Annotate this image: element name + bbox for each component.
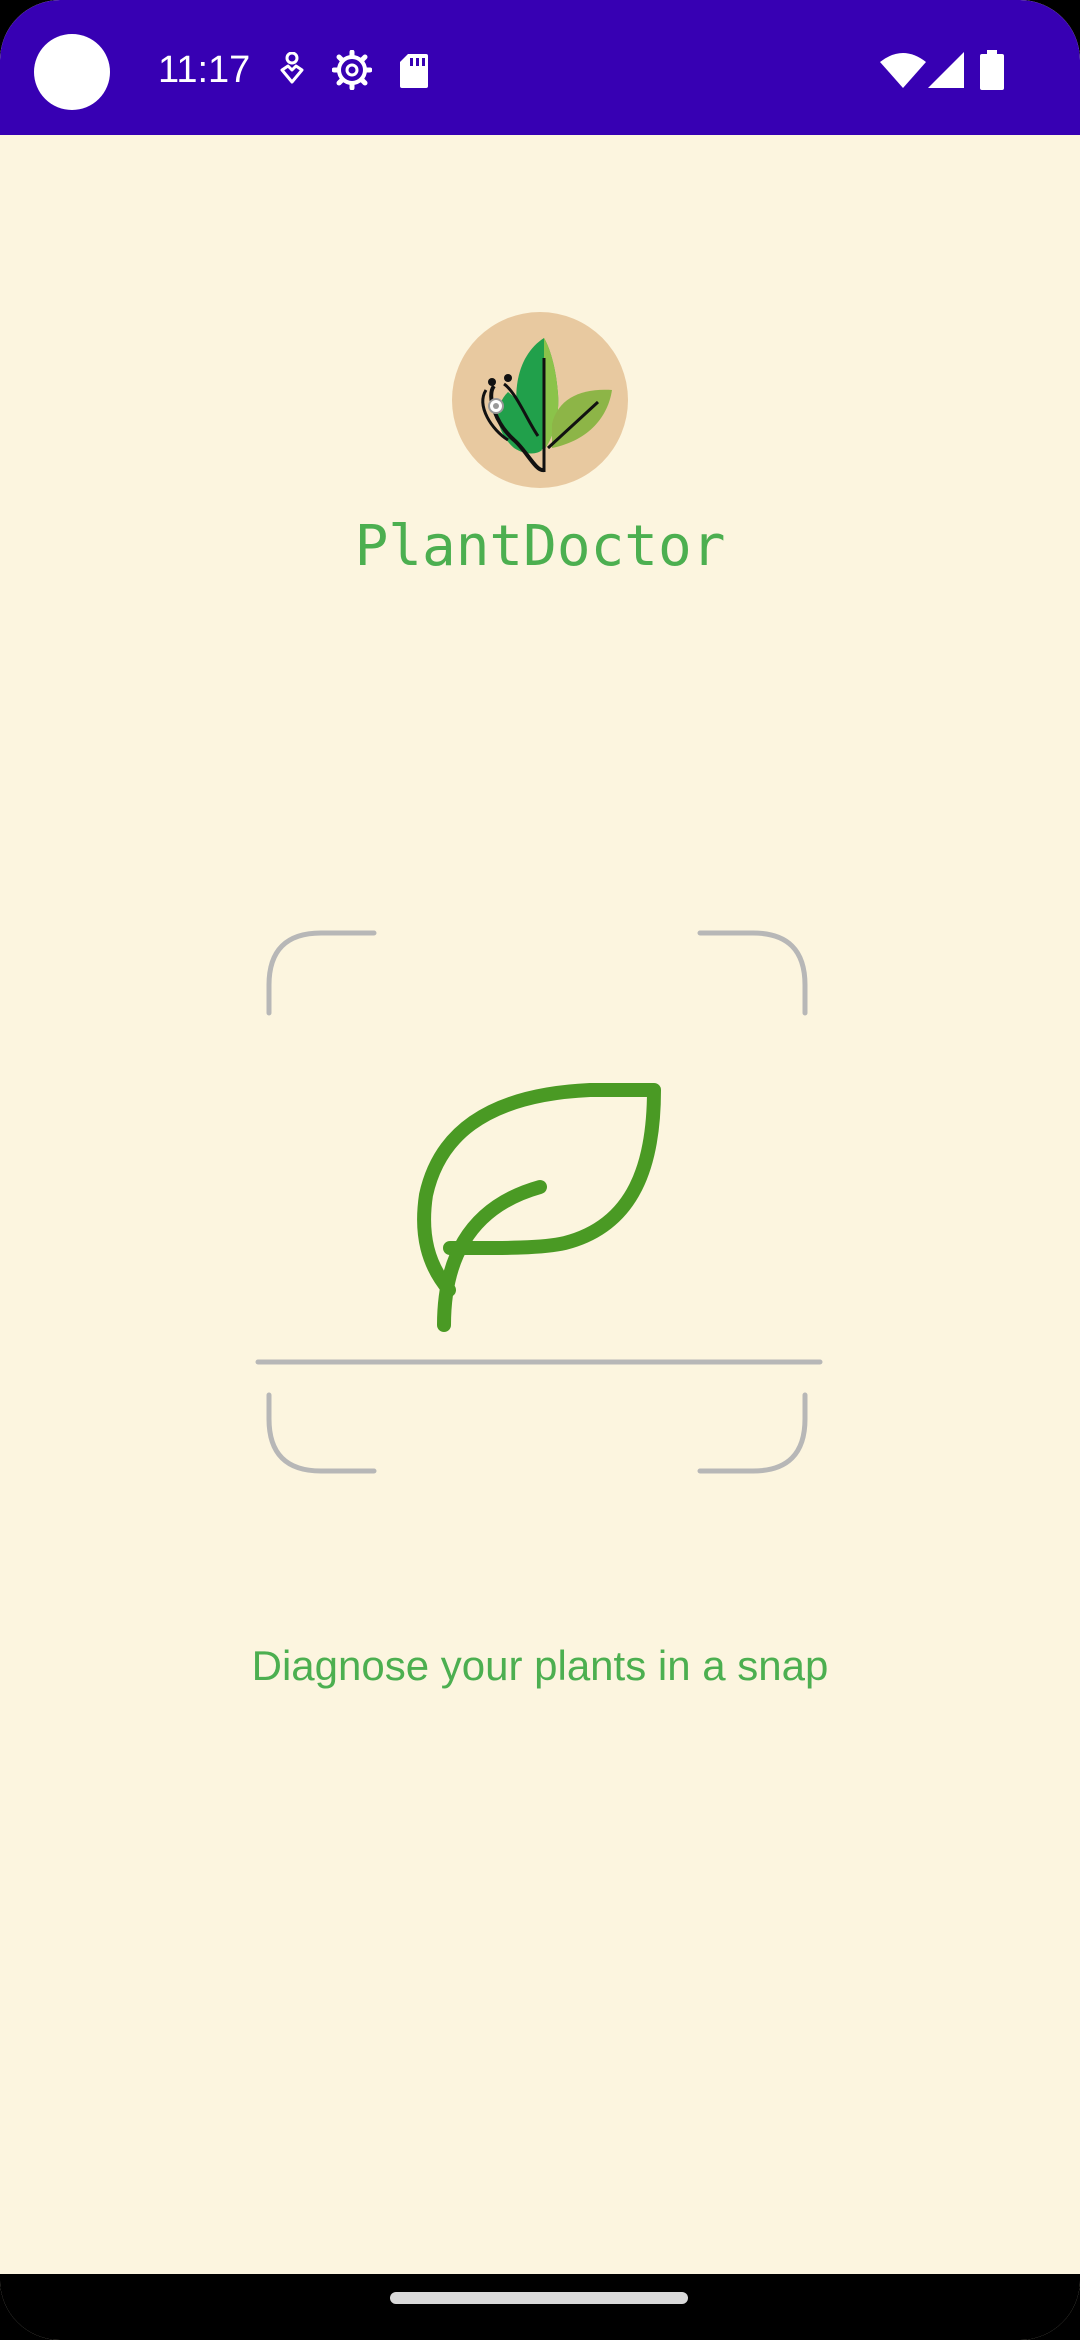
settings-gear-icon xyxy=(332,50,372,90)
splash-screen: 11:17 PlantDoctor Diagnose your plants i… xyxy=(0,0,1080,2340)
accessibility-icon xyxy=(280,52,304,84)
scan-corner-bottom-right xyxy=(697,1392,808,1474)
leaf-scan-icon xyxy=(255,930,823,1474)
home-indicator[interactable] xyxy=(390,2292,688,2304)
tagline: Diagnose your plants in a snap xyxy=(251,1642,829,1689)
cell-signal-icon xyxy=(928,52,964,88)
navigation-bar xyxy=(0,2274,1080,2340)
sd-card-icon xyxy=(400,54,428,88)
scan-corner-bottom-left xyxy=(266,1392,377,1474)
battery-icon xyxy=(980,50,1004,90)
status-time: 11:17 xyxy=(158,49,251,91)
status-bar: 11:17 xyxy=(0,0,1080,135)
wifi-icon xyxy=(880,53,926,88)
scan-corner-top-right xyxy=(697,930,808,1016)
plant-stethoscope-logo-icon xyxy=(452,312,628,488)
camera-cutout xyxy=(34,34,110,110)
app-title: PlantDoctor xyxy=(354,514,726,579)
leaf-stem xyxy=(437,1180,547,1332)
scan-corner-top-left xyxy=(266,930,377,1016)
